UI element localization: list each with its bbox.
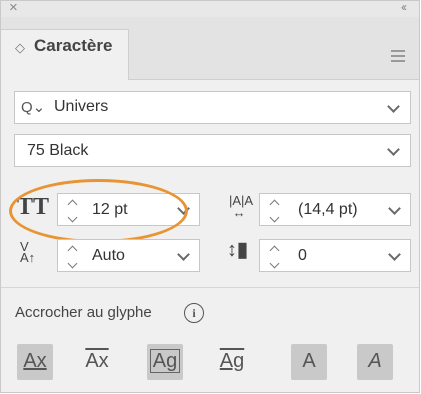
snap-anchor-button[interactable]: A xyxy=(357,344,393,380)
leading-value: (14,4 pt) xyxy=(298,201,358,218)
divider xyxy=(1,287,419,288)
close-icon[interactable]: × xyxy=(9,0,18,16)
snap-baseline-icon: Ax xyxy=(23,350,47,372)
snap-proximity-icon: Ag xyxy=(219,350,245,372)
font-style-value: 75 Black xyxy=(27,142,89,159)
tab-label: Caractère xyxy=(34,36,113,55)
snap-glyph-bounds-icon: Ag xyxy=(149,349,181,373)
snap-to-glyph-label: Accrocher au glyphe xyxy=(15,304,152,321)
tracking-value: 0 xyxy=(298,247,307,264)
snap-angle-button[interactable]: A xyxy=(291,344,327,380)
font-style-dropdown[interactable]: 75 Black xyxy=(14,134,411,167)
search-icon[interactable]: Q⌄ xyxy=(21,98,45,116)
snap-glyph-bounds-button[interactable]: Ag xyxy=(147,344,183,380)
chevron-down-icon[interactable] xyxy=(387,143,400,156)
tab-toggle-icon[interactable]: ◇ xyxy=(15,40,25,56)
snap-x-height-icon: Ax xyxy=(85,350,109,372)
snap-proximity-button[interactable]: Ag xyxy=(214,344,250,380)
kerning-field[interactable]: Auto xyxy=(57,239,200,272)
chevron-down-icon[interactable] xyxy=(177,248,190,261)
leading-field[interactable]: (14,4 pt) xyxy=(259,193,411,226)
tracking-icon: ↕▮ xyxy=(227,239,249,261)
kerning-stepper[interactable] xyxy=(67,244,78,269)
highlight-oval xyxy=(9,179,188,243)
leading-stepper[interactable] xyxy=(269,198,280,223)
snap-anchor-icon: A xyxy=(368,350,382,372)
info-icon[interactable]: i xyxy=(184,303,204,323)
kerning-value: Auto xyxy=(92,247,125,264)
font-family-value: Univers xyxy=(54,98,109,115)
font-family-dropdown[interactable]: Q⌄ Univers xyxy=(14,91,411,124)
kerning-icon: V A↑ xyxy=(20,239,36,265)
tab-caractere[interactable]: ◇ Caractère xyxy=(1,29,129,80)
chevron-down-icon[interactable] xyxy=(388,248,401,261)
panel-title-bar: × ‹‹ xyxy=(1,0,419,17)
panel-menu-icon[interactable] xyxy=(391,50,405,65)
leading-icon: |A|A ↔ xyxy=(229,193,254,220)
chevron-down-icon[interactable] xyxy=(388,202,401,215)
collapse-icon[interactable]: ‹‹ xyxy=(401,0,407,14)
snap-x-height-button[interactable]: Ax xyxy=(79,344,115,380)
chevron-down-icon[interactable] xyxy=(387,100,400,113)
snap-baseline-button[interactable]: Ax xyxy=(17,344,53,380)
tracking-stepper[interactable] xyxy=(269,244,280,269)
snap-angle-icon: A xyxy=(302,350,316,372)
tab-bar: ◇ Caractère xyxy=(1,17,419,80)
character-panel: × ‹‹ ◇ Caractère Q⌄ Univers 75 Black TT … xyxy=(0,0,420,393)
tracking-field[interactable]: 0 xyxy=(259,239,411,272)
